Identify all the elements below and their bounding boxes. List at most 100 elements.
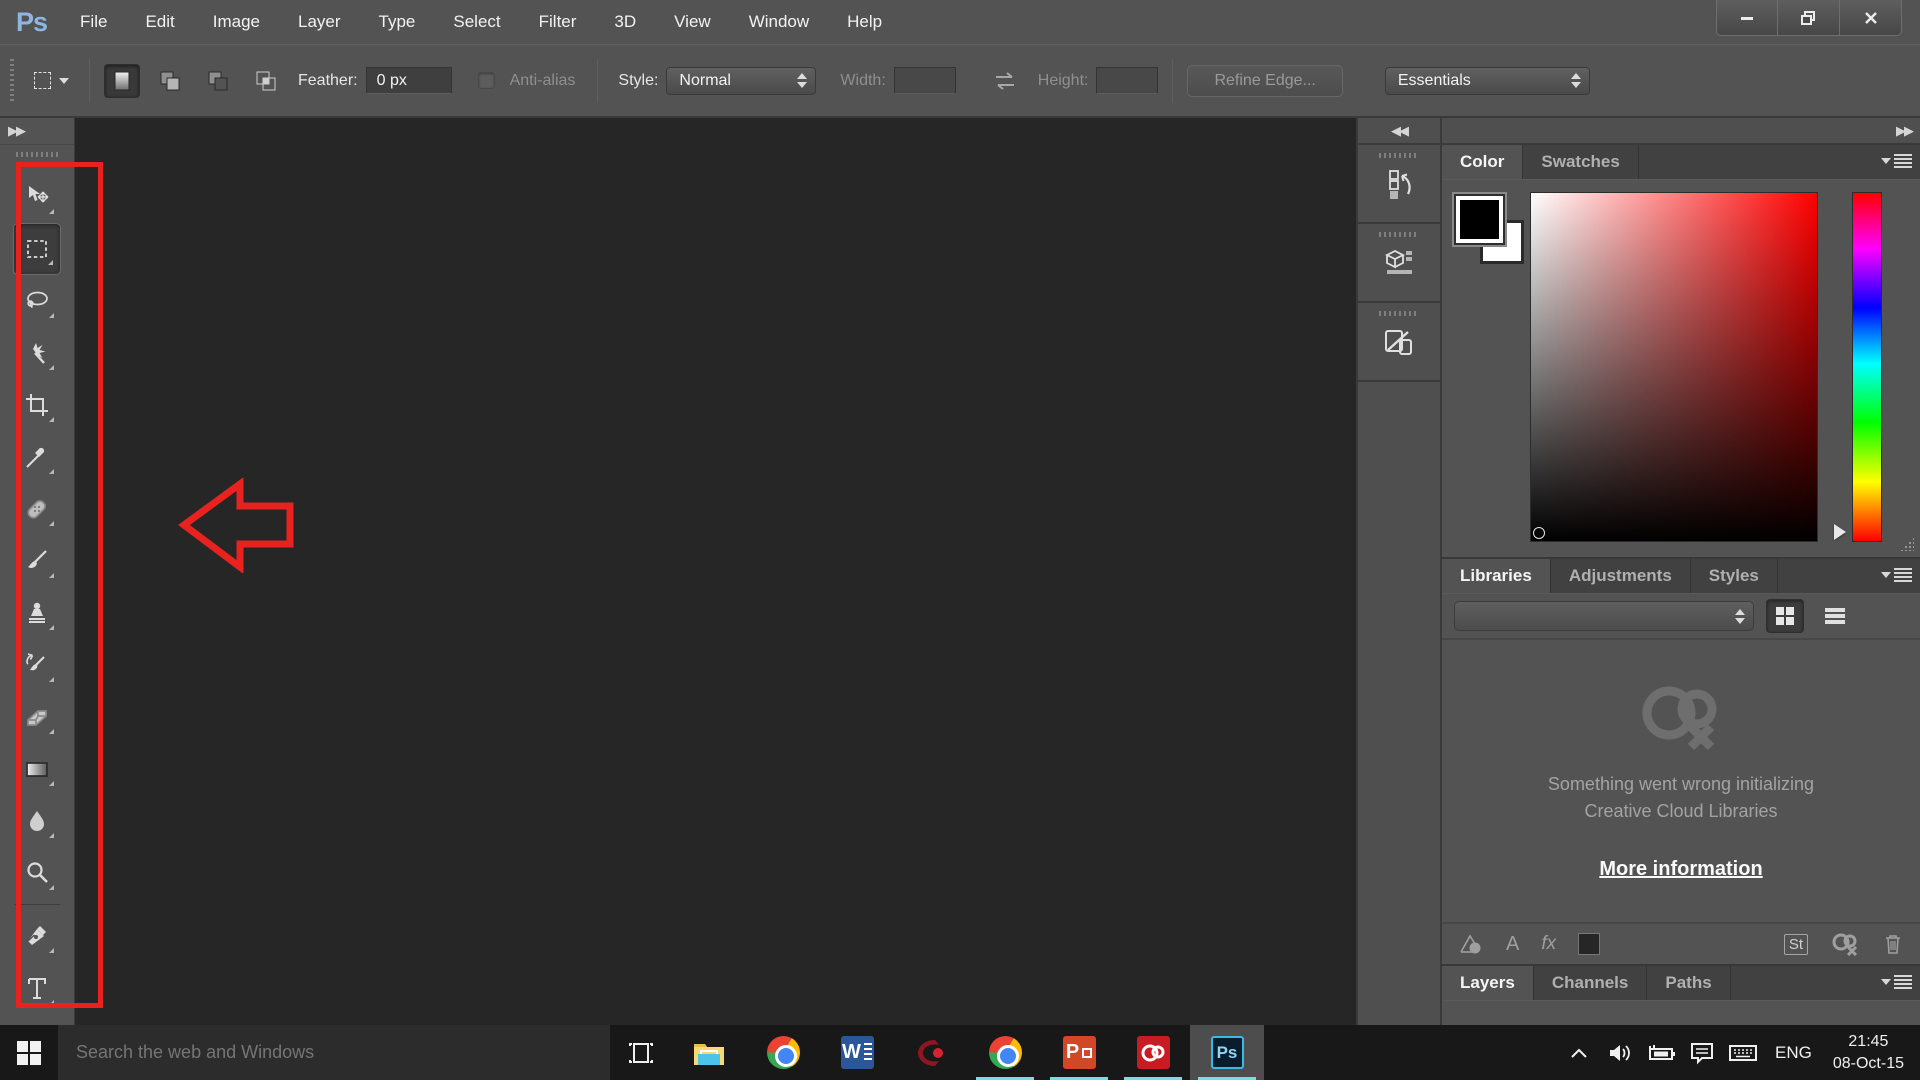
hue-slider[interactable] <box>1852 192 1882 542</box>
brush-tool[interactable] <box>13 535 61 587</box>
trash-icon[interactable] <box>1882 932 1904 956</box>
creative-cloud-button[interactable] <box>1116 1025 1190 1080</box>
history-brush-tool[interactable] <box>13 639 61 691</box>
style-dropdown[interactable]: Normal <box>666 66 817 95</box>
tab-channels[interactable]: Channels <box>1534 966 1648 1000</box>
subtract-from-selection-button[interactable] <box>200 64 236 98</box>
lasso-tool[interactable] <box>13 275 61 327</box>
magic-wand-tool[interactable] <box>13 327 61 379</box>
device-preview-panel-button[interactable] <box>1358 303 1440 382</box>
menu-view[interactable]: View <box>655 2 730 42</box>
list-view-button[interactable] <box>1816 599 1854 633</box>
clone-stamp-tool[interactable] <box>13 587 61 639</box>
toolbar-grip[interactable] <box>16 152 58 157</box>
history-panel-button[interactable] <box>1358 145 1440 224</box>
gradient-tool[interactable] <box>13 743 61 795</box>
taskbar-clock[interactable]: 21:45 08-Oct-15 <box>1827 1031 1910 1074</box>
cc-sync-error-icon[interactable] <box>1830 932 1860 956</box>
move-tool[interactable] <box>13 171 61 223</box>
refine-edge-button[interactable]: Refine Edge... <box>1187 64 1343 97</box>
blur-tool[interactable] <box>13 795 61 847</box>
red-app-button[interactable] <box>894 1025 968 1080</box>
menu-file[interactable]: File <box>61 2 126 42</box>
crop-tool[interactable] <box>13 379 61 431</box>
tab-styles[interactable]: Styles <box>1691 559 1778 593</box>
width-input[interactable] <box>893 67 956 94</box>
photoshop-button[interactable]: Ps <box>1190 1025 1264 1080</box>
tab-swatches[interactable]: Swatches <box>1523 145 1639 179</box>
tab-paths[interactable]: Paths <box>1647 966 1731 1000</box>
layers-panel-menu-icon[interactable] <box>1881 975 1912 989</box>
anti-alias-checkbox[interactable] <box>477 72 495 89</box>
powerpoint-button[interactable]: P <box>1042 1025 1116 1080</box>
eyedropper-tool[interactable] <box>13 431 61 483</box>
menu-3d[interactable]: 3D <box>595 2 655 42</box>
color-sample-marker[interactable] <box>1533 527 1545 539</box>
minimize-button[interactable] <box>1716 0 1778 36</box>
dock-collapse-header[interactable]: ◀◀ <box>1358 118 1440 145</box>
workspace-dropdown[interactable]: Essentials <box>1384 66 1590 95</box>
fx-icon[interactable]: fx <box>1541 933 1556 955</box>
menu-window[interactable]: Window <box>730 2 828 42</box>
menu-filter[interactable]: Filter <box>520 2 596 42</box>
foreground-color-swatch[interactable] <box>1454 194 1505 245</box>
battery-button[interactable] <box>1644 1025 1678 1080</box>
swap-dimensions-icon[interactable] <box>992 71 1018 91</box>
feather-input[interactable] <box>365 67 452 94</box>
chrome-button[interactable] <box>746 1025 820 1080</box>
chrome-2-button[interactable] <box>968 1025 1042 1080</box>
menu-help[interactable]: Help <box>828 2 901 42</box>
touch-keyboard-button[interactable] <box>1726 1025 1760 1080</box>
libraries-panel-menu-icon[interactable] <box>1881 568 1912 582</box>
tray-expand-button[interactable] <box>1562 1025 1596 1080</box>
menu-select[interactable]: Select <box>434 2 519 42</box>
taskbar-search[interactable] <box>58 1025 610 1080</box>
file-explorer-button[interactable] <box>672 1025 746 1080</box>
color-panel-menu-icon[interactable] <box>1881 154 1912 168</box>
panel-resize-grip[interactable] <box>1900 537 1914 551</box>
intersect-selection-button[interactable] <box>248 64 284 98</box>
grid-view-button[interactable] <box>1766 599 1804 633</box>
new-selection-button[interactable] <box>104 63 140 98</box>
3d-panel-button[interactable] <box>1358 224 1440 303</box>
graphic-icon[interactable] <box>1458 932 1484 956</box>
type-tool[interactable] <box>13 962 61 1014</box>
canvas-workarea[interactable] <box>75 118 1356 1025</box>
start-button[interactable] <box>0 1025 58 1080</box>
menu-type[interactable]: Type <box>360 2 435 42</box>
task-view-button[interactable] <box>610 1025 672 1080</box>
tab-libraries[interactable]: Libraries <box>1442 559 1551 593</box>
restore-button[interactable] <box>1778 0 1840 36</box>
rectangular-marquee-tool[interactable] <box>13 223 61 275</box>
color-asset-chip[interactable] <box>1578 933 1601 955</box>
word-button[interactable]: W <box>820 1025 894 1080</box>
tool-preset-button[interactable] <box>28 66 75 95</box>
spot-healing-brush-tool[interactable] <box>13 483 61 535</box>
stock-button[interactable]: St <box>1783 933 1808 955</box>
height-input[interactable] <box>1096 67 1159 94</box>
volume-button[interactable] <box>1603 1025 1637 1080</box>
tab-adjustments[interactable]: Adjustments <box>1551 559 1691 593</box>
saturation-brightness-gradient[interactable] <box>1530 192 1818 542</box>
menu-edit[interactable]: Edit <box>126 2 193 42</box>
toolbar-collapse-header[interactable]: ▶▶ <box>0 118 74 145</box>
options-grip[interactable] <box>10 58 14 103</box>
menu-image[interactable]: Image <box>194 2 279 42</box>
add-to-selection-button[interactable] <box>152 64 188 98</box>
anti-alias-label: Anti-alias <box>509 71 576 89</box>
eraser-tool[interactable] <box>13 691 61 743</box>
tab-layers[interactable]: Layers <box>1442 966 1534 1000</box>
pen-tool[interactable] <box>13 910 61 962</box>
type-asset-icon[interactable]: A <box>1506 933 1519 956</box>
library-select[interactable] <box>1454 601 1754 631</box>
zoom-tool[interactable] <box>13 847 61 899</box>
tab-color[interactable]: Color <box>1442 145 1524 179</box>
close-button[interactable] <box>1840 0 1902 36</box>
menu-layer[interactable]: Layer <box>279 2 360 42</box>
more-information-link[interactable]: More information <box>1599 858 1762 881</box>
panel-dock-header[interactable]: ▶▶ <box>1442 118 1920 145</box>
language-indicator[interactable]: ENG <box>1767 1043 1820 1063</box>
search-input[interactable] <box>58 1042 610 1063</box>
hue-slider-arrow[interactable] <box>1834 524 1846 540</box>
action-center-button[interactable] <box>1685 1025 1719 1080</box>
